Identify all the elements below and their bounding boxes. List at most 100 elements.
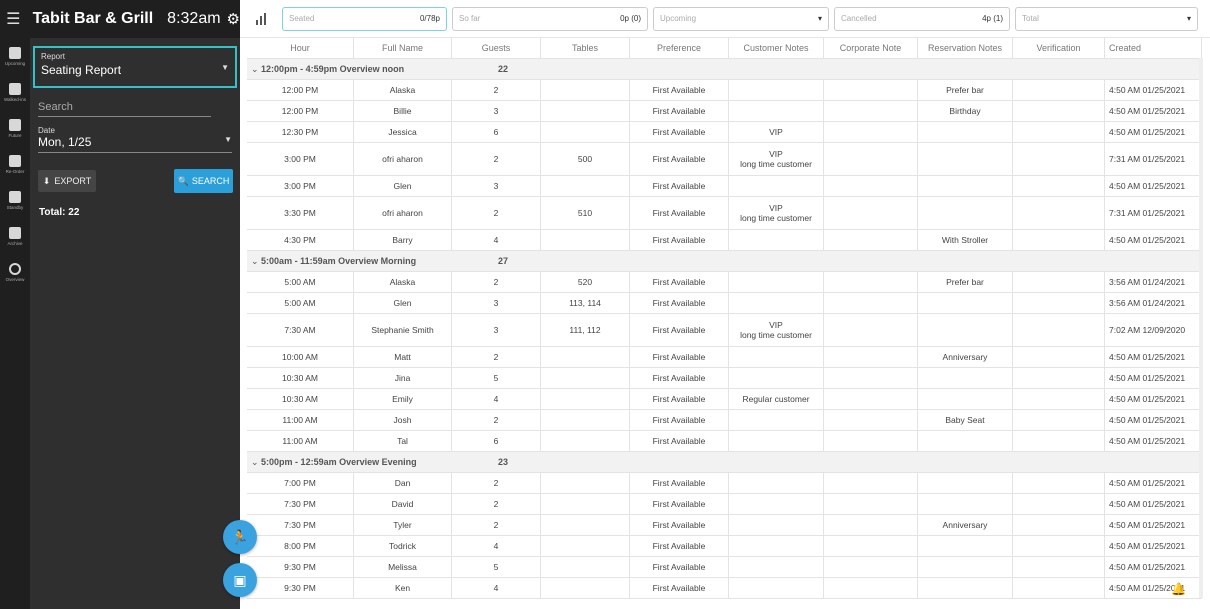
group-row[interactable]: ⌄ 5:00pm - 12:59am Overview Evening 23 — [247, 452, 1202, 473]
table-row[interactable]: 7:00 PM Dan 2 First Available 4:50 AM 01/25/… — [247, 473, 1202, 494]
table-cell: Prefer bar — [918, 272, 1013, 292]
bell-icon[interactable]: 🔔 — [1171, 582, 1186, 596]
table-row[interactable]: 11:00 AM Tal 6 First Available 4:50 AM 01/25… — [247, 431, 1202, 452]
calendar-icon — [9, 118, 21, 131]
reservation-button[interactable]: ▣ — [223, 563, 257, 597]
date-select[interactable]: Date Mon, 1/25 ▼ — [38, 126, 232, 153]
rail-item[interactable]: Walked-ins — [0, 74, 30, 110]
table-row[interactable]: 8:00 PM Todrick 4 First Available 4:50 AM 01… — [247, 536, 1202, 557]
column-header[interactable]: Corporate Note — [824, 38, 918, 58]
table-row[interactable]: 7:30 AM Stephanie Smith 3 111, 112 First Ava… — [247, 314, 1202, 347]
table-cell: 4 — [452, 578, 541, 598]
table-cell — [541, 410, 630, 430]
table-cell: 4:50 AM 01/25/2021 — [1105, 578, 1202, 598]
table-cell — [824, 431, 918, 451]
group-row[interactable]: ⌄ 5:00am - 11:59am Overview Morning 27 — [247, 251, 1202, 272]
rail-item[interactable]: Future — [0, 110, 30, 146]
column-header[interactable]: Verification — [1013, 38, 1105, 58]
hamburger-menu-icon[interactable]: ☰ — [0, 9, 27, 29]
table-cell: 3 — [452, 293, 541, 313]
walk-in-button[interactable]: 🏃 — [223, 520, 257, 554]
table-row[interactable]: 12:00 PM Alaska 2 First Available Prefer bar… — [247, 80, 1202, 101]
table-cell — [729, 80, 824, 100]
table-cell: 4:50 AM 01/25/2021 — [1105, 80, 1202, 100]
total-stat[interactable]: Total ▾ — [1015, 6, 1198, 31]
table-cell: 4:50 AM 01/25/2021 — [1105, 122, 1202, 142]
table-row[interactable]: 9:30 PM Ken 4 First Available 4:50 AM 01/25/… — [247, 578, 1202, 599]
table-cell — [729, 578, 824, 598]
table-row[interactable]: 3:00 PM Glen 3 First Available 4:50 AM 01/25… — [247, 176, 1202, 197]
table-cell: First Available — [630, 293, 729, 313]
left-rail: Upcoming Walked-ins Future Re-Order Standby A… — [0, 38, 30, 609]
so-far-stat[interactable]: So far 0p (0) — [452, 6, 648, 31]
rail-item[interactable]: Archive — [0, 218, 30, 254]
gear-icon[interactable]: ⚙ — [227, 10, 240, 28]
rail-item[interactable]: Re-Order — [0, 146, 30, 182]
rail-item[interactable]: Overview — [0, 254, 30, 290]
table-row[interactable]: 12:00 PM Billie 3 First Available Birthday 4:… — [247, 101, 1202, 122]
cancelled-stat[interactable]: Cancelled 4p (1) — [834, 6, 1010, 31]
group-row[interactable]: ⌄ 12:00pm - 4:59pm Overview noon 22 — [247, 59, 1202, 80]
table-cell: First Available — [630, 101, 729, 121]
table-row[interactable]: 12:30 PM Jessica 6 First Available VIP 4:50 A… — [247, 122, 1202, 143]
rail-item[interactable]: Upcoming — [0, 38, 30, 74]
table-cell — [824, 293, 918, 313]
table-cell: 3:56 AM 01/24/2021 — [1105, 272, 1202, 292]
table-row[interactable]: 10:30 AM Emily 4 First Available Regular cus… — [247, 389, 1202, 410]
table-row[interactable]: 7:30 PM Tyler 2 First Available Anniversary 4… — [247, 515, 1202, 536]
clipboard-icon — [9, 82, 21, 95]
table-cell: 7:02 AM 12/09/2020 — [1105, 314, 1202, 346]
table-cell — [541, 80, 630, 100]
table-row[interactable]: 5:00 AM Glen 3 113, 114 First Available 3:56 … — [247, 293, 1202, 314]
table-cell — [918, 494, 1013, 514]
column-header[interactable]: Customer Notes — [729, 38, 824, 58]
column-header[interactable]: Preference — [630, 38, 729, 58]
table-row[interactable]: 7:30 PM David 2 First Available 4:50 AM 01/2… — [247, 494, 1202, 515]
stat-label: Cancelled — [841, 14, 877, 23]
table-cell — [1013, 431, 1105, 451]
rail-item-label: Overview — [5, 276, 25, 282]
upcoming-stat[interactable]: Upcoming ▾ — [653, 6, 829, 31]
export-button[interactable]: ⬇ EXPORT — [38, 170, 96, 192]
rail-item[interactable]: Standby — [0, 182, 30, 218]
table-cell: 3:56 AM 01/24/2021 — [1105, 293, 1202, 313]
table-row[interactable]: 10:00 AM Matt 2 First Available Anniversary 4… — [247, 347, 1202, 368]
column-header[interactable]: Full Name — [354, 38, 452, 58]
report-select[interactable]: Report Seating Report ▼ — [33, 46, 237, 88]
table-row[interactable]: 3:30 PM ofri aharon 2 510 First Available VIP… — [247, 197, 1202, 230]
table-cell — [1013, 389, 1105, 409]
contact-card-icon: ▣ — [233, 571, 247, 588]
column-header[interactable]: Tables — [541, 38, 630, 58]
table-cell — [729, 368, 824, 388]
table-cell: Birthday — [918, 101, 1013, 121]
table-cell — [541, 431, 630, 451]
table-row[interactable]: 9:30 PM Melissa 5 First Available 4:50 AM 01… — [247, 557, 1202, 578]
table-row[interactable]: 4:30 PM Barry 4 First Available With Strolle… — [247, 230, 1202, 251]
table-row[interactable]: 11:00 AM Josh 2 First Available Baby Seat 4:5… — [247, 410, 1202, 431]
table-scrollbar[interactable] — [1199, 58, 1203, 598]
table-row[interactable]: 10:30 AM Jina 5 First Available 4:50 AM 01/2… — [247, 368, 1202, 389]
table-cell: 2 — [452, 197, 541, 229]
table-row[interactable]: 3:00 PM ofri aharon 2 500 First Available VIP… — [247, 143, 1202, 176]
seated-stat[interactable]: Seated 0/78p — [282, 6, 447, 31]
column-header[interactable]: Hour — [247, 38, 354, 58]
column-header[interactable]: Guests — [452, 38, 541, 58]
table-row[interactable]: 5:00 AM Alaska 2 520 First Available Prefer b… — [247, 272, 1202, 293]
export-label: EXPORT — [54, 176, 92, 186]
table-cell — [729, 347, 824, 367]
table-cell: 4:50 AM 01/25/2021 — [1105, 368, 1202, 388]
table-cell: 9:30 PM — [247, 578, 354, 598]
table-cell: 7:31 AM 01/25/2021 — [1105, 197, 1202, 229]
table-cell: 2 — [452, 410, 541, 430]
stats-icon[interactable] — [240, 12, 282, 25]
chevron-down-icon: ⌄ — [251, 255, 262, 266]
column-header[interactable]: Reservation Notes — [918, 38, 1013, 58]
table-cell: First Available — [630, 347, 729, 367]
search-button[interactable]: 🔍 SEARCH — [174, 169, 233, 193]
table-cell — [1013, 410, 1105, 430]
column-header[interactable]: Created — [1105, 38, 1202, 58]
table-cell: Baby Seat — [918, 410, 1013, 430]
table-cell — [541, 515, 630, 535]
search-input[interactable]: Search — [38, 101, 211, 117]
table-cell: Jessica — [354, 122, 452, 142]
